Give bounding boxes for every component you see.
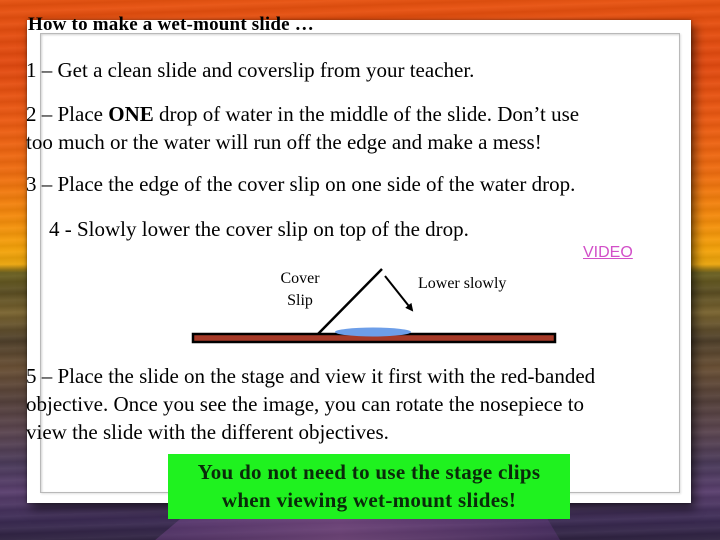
lower-slowly-label: Lower slowly [418,275,507,292]
step-4-text: 4 - Slowly lower the cover slip on top o… [49,217,469,241]
step-1-text: 1 – Get a clean slide and coverslip from… [26,58,475,82]
step-2-line2: too much or the water will run off the e… [26,130,542,154]
step-5-line2: objective. Once you see the image, you c… [26,392,585,416]
step-2-text: 2 – Place ONE drop of water in the middl… [26,100,579,156]
step-2-line1-rest: drop of water in the middle of the slide… [153,102,580,126]
note-line2: when viewing wet-mount slides! [221,488,517,512]
cover-slip-label-line2: Slip [287,292,313,309]
step-5-line3: view the slide with the different object… [26,420,389,444]
step-3-text: 3 – Place the edge of the cover slip on … [26,172,576,196]
video-link[interactable]: VIDEO [583,244,633,262]
stage-clips-note: You do not need to use the stage clips w… [168,454,570,519]
slide-title: How to make a wet-mount slide … [28,14,314,35]
note-line1: You do not need to use the stage clips [197,460,541,484]
step-5-line1: 5 – Place the slide on the stage and vie… [26,364,596,388]
cover-slip-label: Cover Slip [272,268,328,312]
step-2-emphasis: ONE [108,102,154,126]
cover-slip-label-line1: Cover [280,270,320,287]
step-5-text: 5 – Place the slide on the stage and vie… [26,362,595,446]
step-2-prefix: 2 – Place [26,102,109,126]
